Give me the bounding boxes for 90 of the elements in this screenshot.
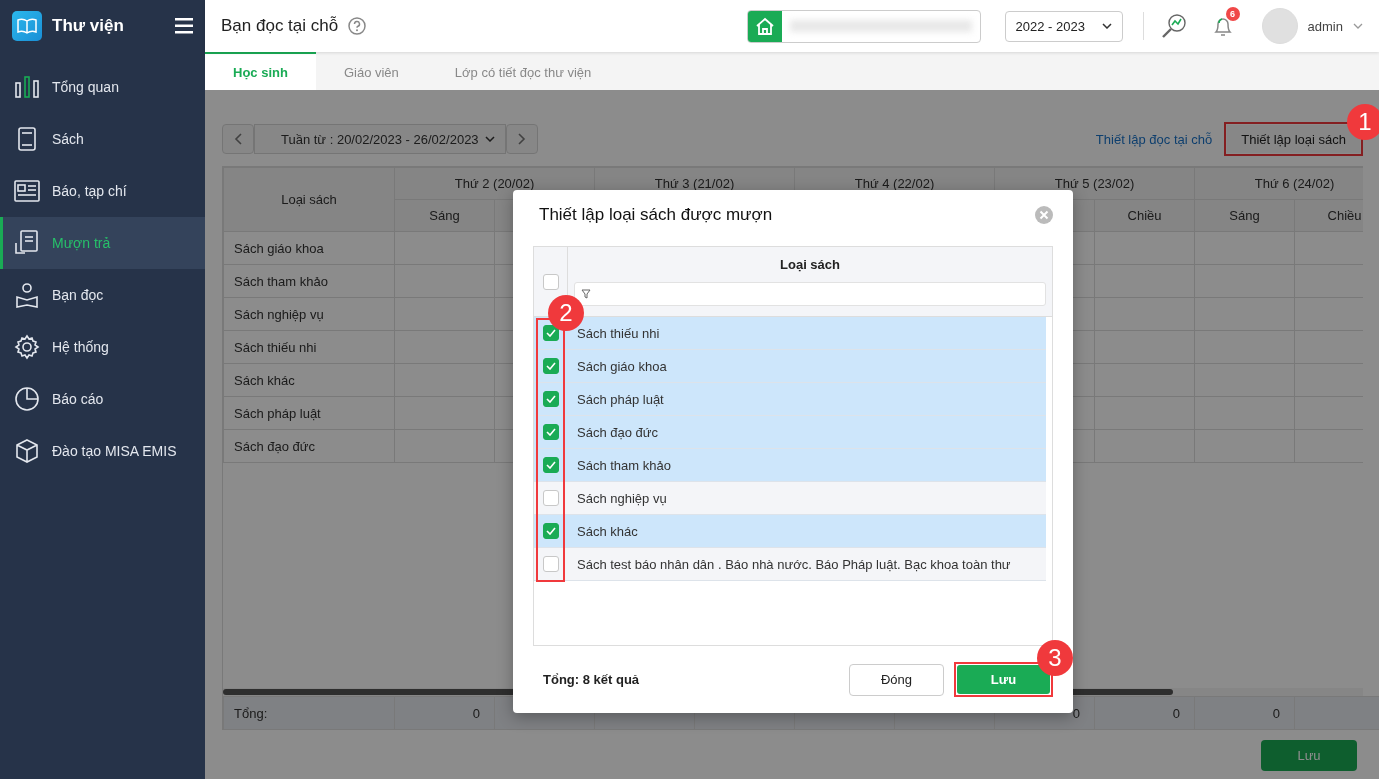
bar-chart-icon: [13, 73, 41, 101]
check-icon: [545, 428, 556, 436]
list-row[interactable]: Sách test báo nhân dân . Báo nhà nước. Báo Pháp luật. Bạc khoa toàn thư: [534, 548, 1046, 581]
table-cell: Sách tham khảo: [223, 264, 395, 298]
column-header: Loại sách: [223, 167, 395, 232]
row-label: Sách đạo đức: [576, 424, 658, 440]
table-cell: Sách thiếu nhi: [223, 330, 395, 364]
checkbox[interactable]: [542, 358, 559, 374]
chevron-down-icon[interactable]: [1353, 23, 1363, 29]
check-icon: [545, 461, 556, 469]
sidebar-item[interactable]: Bạn đọc: [0, 269, 205, 321]
notification-badge: 6: [1225, 7, 1240, 21]
newspaper-icon: [13, 177, 41, 205]
year-dropdown[interactable]: 2022 - 2023: [1004, 10, 1123, 42]
sidebar-item[interactable]: Báo cáo: [0, 373, 205, 425]
previous-button[interactable]: [222, 124, 254, 154]
filter-icon: [581, 289, 591, 299]
row-label: Sách giáo khoa: [576, 358, 667, 374]
sidebar-item[interactable]: Báo, tạp chí: [0, 165, 205, 217]
list-row[interactable]: Sách đạo đức: [534, 416, 1046, 449]
sidebar-item[interactable]: Mượn trả: [0, 217, 205, 269]
app-title: Thư viện: [52, 16, 125, 36]
table-cell: Sách nghiệp vụ: [223, 297, 395, 331]
checkbox[interactable]: [542, 424, 559, 440]
table-cell: Sách pháp luật: [223, 396, 395, 430]
gear-icon: [13, 333, 41, 361]
sidebar-item[interactable]: Đào tạo MISA EMIS: [0, 425, 205, 477]
check-icon: [545, 395, 556, 403]
chevron-down-icon: [484, 136, 495, 142]
table-cell: Sách đạo đức: [223, 429, 395, 463]
result-count: Tổng: 8 kết quả: [543, 672, 641, 687]
step-badge: 3: [1037, 640, 1073, 676]
checkbox[interactable]: [542, 325, 559, 341]
check-icon: [545, 527, 556, 535]
page-title: Bạn đọc tại chỗ: [221, 16, 339, 36]
row-label: Sách nghiệp vụ: [576, 490, 667, 506]
column-header: Chiều: [1094, 199, 1195, 232]
check-icon: [545, 329, 556, 337]
close-button[interactable]: Đóng: [849, 663, 944, 696]
select-all-checkbox[interactable]: [542, 273, 559, 290]
close-button[interactable]: [1035, 206, 1053, 224]
house-icon: [754, 16, 775, 36]
sidebar-item[interactable]: Hệ thống: [0, 321, 205, 373]
table-cell: Sách khác: [223, 363, 395, 397]
row-label: Sách pháp luật: [576, 391, 664, 407]
checkbox[interactable]: [542, 523, 559, 539]
checkbox[interactable]: [542, 457, 559, 473]
list-row[interactable]: Sách tham khảo: [534, 449, 1046, 482]
school-selector[interactable]: [746, 9, 981, 43]
help-icon[interactable]: [348, 17, 367, 35]
sidebar-item[interactable]: Sách: [0, 113, 205, 165]
table-cell: Tổng:: [223, 696, 395, 730]
reader-icon: [13, 281, 41, 309]
cube-icon: [13, 437, 41, 465]
row-label: Sách tham khảo: [576, 457, 671, 473]
row-label: Sách test báo nhân dân . Báo nhà nước. Báo Pháp luật. Bạc khoa toàn thư: [576, 556, 1011, 572]
table-cell: 0: [1094, 696, 1195, 730]
sidebar-item[interactable]: Tổng quan: [0, 61, 205, 113]
checkbox[interactable]: [542, 490, 559, 506]
table-cell: 0: [1194, 696, 1295, 730]
column-header: Sáng: [394, 199, 495, 232]
document-hand-icon: [13, 229, 41, 257]
list-row[interactable]: Sách pháp luật: [534, 383, 1046, 416]
open-book-icon: [17, 18, 37, 34]
chevron-left-icon: [234, 133, 242, 145]
close-icon: [1035, 206, 1053, 224]
column-header: Chiều: [1294, 199, 1363, 232]
list-row[interactable]: Sách khác: [534, 515, 1046, 548]
pie-chart-icon: [13, 385, 41, 413]
check-icon: [545, 362, 556, 370]
week-dropdown[interactable]: Tuần từ : 20/02/2023 - 26/02/2023: [254, 124, 506, 154]
filter-field[interactable]: [574, 282, 1046, 306]
table-cell: 0: [394, 696, 495, 730]
table-cell: Sách giáo khoa: [223, 231, 395, 265]
list-row[interactable]: Sách giáo khoa: [534, 350, 1046, 383]
user-name[interactable]: admin: [1307, 18, 1343, 34]
column-header: Loại sách: [780, 257, 840, 272]
next-button[interactable]: [505, 124, 538, 154]
menu-icon[interactable]: [175, 18, 193, 34]
book-type-settings-button[interactable]: Thiết lập loại sách: [1227, 125, 1360, 153]
checkbox[interactable]: [542, 391, 559, 407]
dialog-title: Thiết lập loại sách được mượn: [539, 205, 773, 225]
step-badge: 1: [1347, 104, 1379, 140]
column-header: Sáng: [1194, 199, 1295, 232]
list-row[interactable]: Sách nghiệp vụ: [534, 482, 1046, 515]
chevron-right-icon: [517, 133, 526, 145]
row-label: Sách khác: [576, 523, 638, 539]
checkbox[interactable]: [542, 556, 559, 572]
chevron-down-icon: [1101, 23, 1112, 29]
column-header: Thứ 6 (24/02): [1194, 167, 1363, 200]
